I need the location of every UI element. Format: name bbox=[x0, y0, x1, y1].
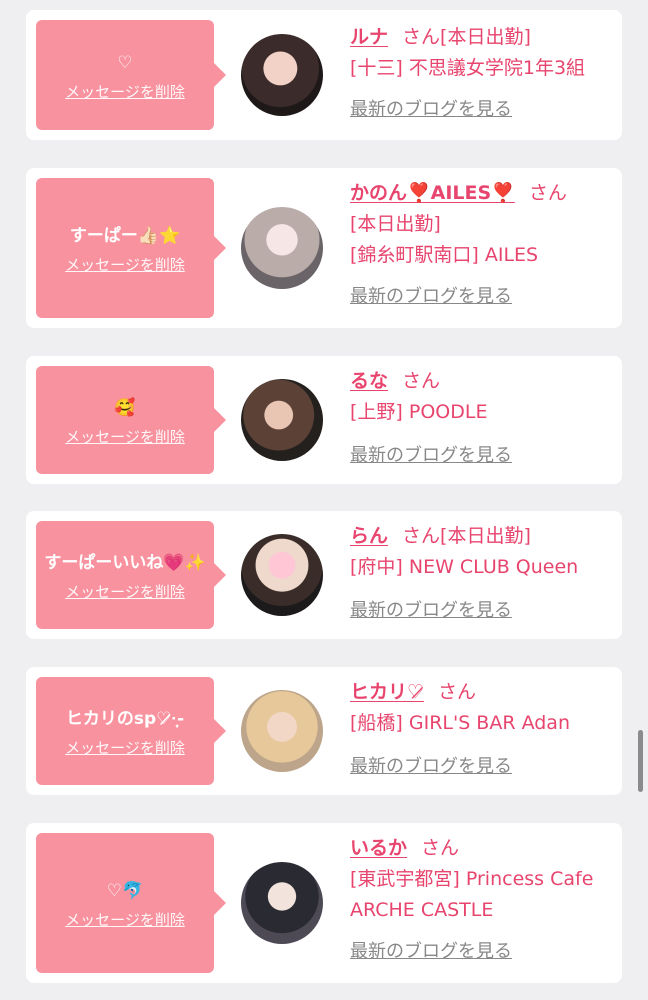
message-card: ♡ メッセージを削除 ルナ さん[本日出勤] [十三] 不思議女学院1年3組 最新… bbox=[26, 10, 622, 140]
avatar[interactable] bbox=[241, 862, 323, 944]
status-text: [本日出勤] bbox=[440, 525, 531, 547]
latest-blog-link[interactable]: 最新のブログを見る bbox=[350, 286, 512, 307]
message-text: ♡🐬 bbox=[106, 880, 144, 901]
message-text: 🥰 bbox=[114, 397, 136, 418]
profile-info: ルナ さん[本日出勤] [十三] 不思議女学院1年3組 最新のブログを見る bbox=[350, 22, 614, 125]
honorific: さん bbox=[402, 525, 441, 547]
profile-info: らん さん[本日出勤] [府中] NEW CLUB Queen 最新のブログを見る bbox=[350, 521, 614, 626]
message-card: すーぱーいいね💗✨ メッセージを削除 らん さん[本日出勤] [府中] NEW C… bbox=[26, 511, 622, 639]
girl-name-link[interactable]: ルナ bbox=[350, 26, 388, 48]
latest-blog-link[interactable]: 最新のブログを見る bbox=[350, 941, 512, 962]
message-bubble: 🥰 メッセージを削除 bbox=[36, 366, 226, 474]
message-card: ♡🐬 メッセージを削除 いるか さん [東武宇都宮] Princess Cafe … bbox=[26, 823, 622, 983]
latest-blog-link[interactable]: 最新のブログを見る bbox=[350, 445, 512, 466]
shop-line: [十三] 不思議女学院1年3組 bbox=[350, 57, 586, 79]
girl-name-link[interactable]: かのん❣️AILES❣️ bbox=[350, 182, 515, 204]
shop-line: [錦糸町駅南口] AILES bbox=[350, 244, 539, 266]
girl-name-link[interactable]: るな bbox=[350, 370, 388, 392]
shop-line: [上野] POODLE bbox=[350, 401, 488, 423]
shop-line: [船橋] GIRL'S BAR Adan bbox=[350, 712, 570, 734]
avatar[interactable] bbox=[241, 34, 323, 116]
honorific: さん bbox=[528, 182, 567, 204]
latest-blog-link[interactable]: 最新のブログを見る bbox=[350, 600, 512, 621]
delete-message-link[interactable]: メッセージを削除 bbox=[65, 81, 185, 102]
girl-name-link[interactable]: らん bbox=[350, 525, 388, 547]
message-card: 🥰 メッセージを削除 るな さん [上野] POODLE 最新のブログを見る bbox=[26, 356, 622, 484]
profile-info: かのん❣️AILES❣️ さん [本日出勤] [錦糸町駅南口] AILES 最新の… bbox=[350, 178, 614, 312]
message-bubble: すーぱー👍🏻⭐️ メッセージを削除 bbox=[36, 178, 226, 318]
latest-blog-link[interactable]: 最新のブログを見る bbox=[350, 99, 512, 120]
avatar[interactable] bbox=[241, 534, 323, 616]
girl-name-link[interactable]: いるか bbox=[350, 837, 407, 859]
avatar[interactable] bbox=[241, 379, 323, 461]
shop-line: [府中] NEW CLUB Queen bbox=[350, 556, 579, 578]
scrollbar[interactable] bbox=[638, 730, 643, 792]
message-text: ヒカリのsp♡̷̷̷·̩͙- bbox=[65, 708, 185, 729]
honorific: さん bbox=[402, 26, 441, 48]
shop-line: [東武宇都宮] Princess Cafe bbox=[350, 868, 594, 890]
delete-message-link[interactable]: メッセージを削除 bbox=[65, 581, 185, 602]
delete-message-link[interactable]: メッセージを削除 bbox=[65, 426, 185, 447]
status-line: [本日出勤] bbox=[350, 213, 441, 235]
message-bubble: ヒカリのsp♡̷̷̷·̩͙- メッセージを削除 bbox=[36, 677, 226, 785]
delete-message-link[interactable]: メッセージを削除 bbox=[65, 909, 185, 930]
message-text: すーぱーいいね💗✨ bbox=[44, 552, 206, 573]
message-text: すーぱー👍🏻⭐️ bbox=[69, 225, 181, 246]
honorific: さん bbox=[421, 837, 460, 859]
girl-name-link[interactable]: ヒカリ♡̷ bbox=[350, 681, 424, 703]
latest-blog-link[interactable]: 最新のブログを見る bbox=[350, 756, 512, 777]
status-text: [本日出勤] bbox=[440, 26, 531, 48]
message-card: ヒカリのsp♡̷̷̷·̩͙- メッセージを削除 ヒカリ♡̷ さん [船橋] GIR… bbox=[26, 667, 622, 795]
shop-line-2: ARCHE CASTLE bbox=[350, 899, 494, 921]
profile-info: いるか さん [東武宇都宮] Princess Cafe ARCHE CASTLE… bbox=[350, 833, 614, 967]
delete-message-link[interactable]: メッセージを削除 bbox=[65, 737, 185, 758]
profile-info: ヒカリ♡̷ さん [船橋] GIRL'S BAR Adan 最新のブログを見る bbox=[350, 677, 614, 782]
delete-message-link[interactable]: メッセージを削除 bbox=[65, 254, 185, 275]
avatar[interactable] bbox=[241, 690, 323, 772]
honorific: さん bbox=[438, 681, 477, 703]
honorific: さん bbox=[402, 370, 441, 392]
page: { "cards": [ { "message": "♡", "delete_l… bbox=[0, 0, 648, 1000]
message-bubble: すーぱーいいね💗✨ メッセージを削除 bbox=[36, 521, 226, 629]
message-bubble: ♡🐬 メッセージを削除 bbox=[36, 833, 226, 973]
message-card: すーぱー👍🏻⭐️ メッセージを削除 かのん❣️AILES❣️ さん [本日出勤] … bbox=[26, 168, 622, 328]
message-text: ♡ bbox=[117, 52, 133, 73]
profile-info: るな さん [上野] POODLE 最新のブログを見る bbox=[350, 366, 614, 471]
avatar[interactable] bbox=[241, 207, 323, 289]
message-bubble: ♡ メッセージを削除 bbox=[36, 20, 226, 130]
